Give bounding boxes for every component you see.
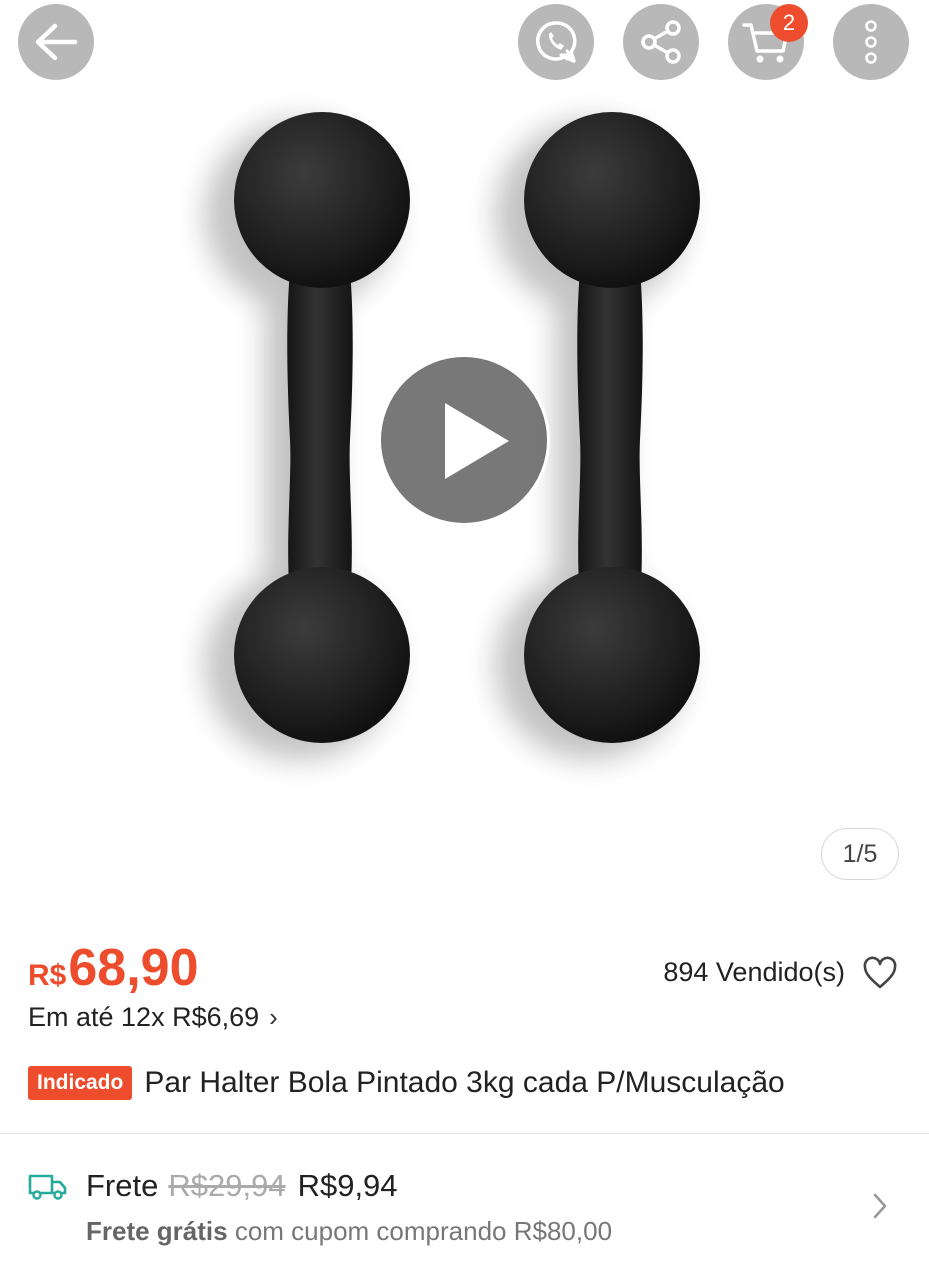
back-button[interactable] [18,4,94,80]
price-currency: R$ [28,959,67,992]
cart-button[interactable]: 2 [728,4,808,80]
product-image-gallery[interactable]: 1/5 [0,0,929,910]
installments-link[interactable]: Em até 12x R$6,69 › [28,1002,278,1033]
share-button[interactable] [623,4,699,80]
shipping-label: Frete [86,1168,159,1203]
product-title: Par Halter Bola Pintado 3kg cada P/Muscu… [144,1066,785,1099]
play-video-button[interactable] [378,354,550,526]
play-icon [445,403,509,479]
sold-count: 894 Vendido(s) [663,957,845,987]
free-shipping-condition: com cupom comprando R$80,00 [227,1216,613,1246]
back-arrow-icon [35,23,78,61]
shipping-row[interactable]: Frete R$29,94 R$9,94 [28,1168,398,1204]
more-options-button[interactable] [833,4,909,80]
share-icon [641,20,681,64]
image-page-indicator: 1/5 [821,828,899,880]
cart-count-badge: 2 [770,4,808,42]
installments-text: Em até 12x R$6,69 [28,1002,260,1032]
whatsapp-share-button[interactable] [518,4,594,80]
truck-icon [28,1174,67,1200]
divider [0,1133,929,1134]
chevron-right-icon: › [269,1002,278,1032]
shipping-old-price: R$29,94 [168,1168,286,1203]
shipping-new-price: R$9,94 [297,1168,398,1203]
heart-icon [863,956,897,989]
chevron-right-icon [873,1193,887,1219]
price-value: 68,90 [68,939,199,997]
free-shipping-label: Frete grátis [86,1216,228,1246]
product-title-row: Indicado Par Halter Bola Pintado 3kg cad… [28,1066,908,1100]
shipping-chevron-button[interactable] [872,1192,888,1225]
favorite-button[interactable] [862,956,898,995]
recommended-tag: Indicado [28,1066,133,1100]
price-block: R$ 68,90 [28,938,199,998]
more-icon [865,20,877,64]
free-shipping-promo: Frete grátis com cupom comprando R$80,00 [86,1216,612,1247]
whatsapp-icon [536,21,577,63]
